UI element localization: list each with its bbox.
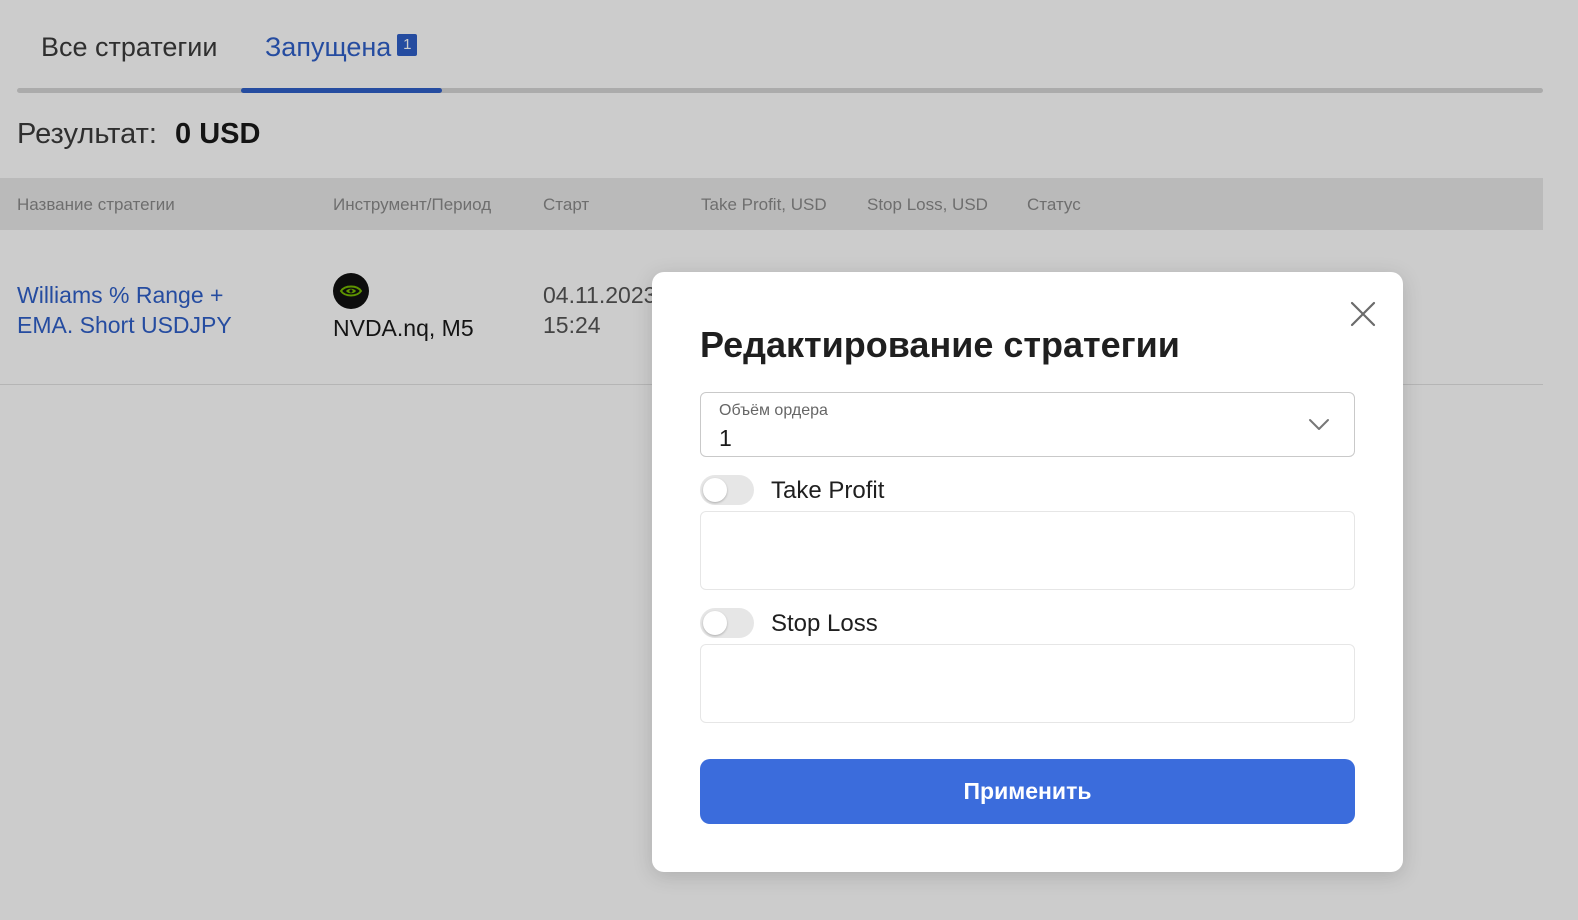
stop-loss-label: Stop Loss — [771, 610, 878, 637]
close-icon[interactable] — [1349, 300, 1377, 328]
order-volume-label: Объём ордера — [719, 402, 828, 419]
stop-loss-toggle-row: Stop Loss — [700, 608, 1100, 638]
stop-loss-toggle[interactable] — [700, 608, 754, 638]
edit-strategy-modal: Редактирование стратегии Объём ордера 1 … — [652, 272, 1403, 872]
take-profit-toggle[interactable] — [700, 475, 754, 505]
toggle-knob — [703, 611, 727, 635]
take-profit-toggle-row: Take Profit — [700, 475, 1100, 505]
toggle-knob — [703, 478, 727, 502]
apply-button[interactable]: Применить — [700, 759, 1355, 824]
modal-title: Редактирование стратегии — [700, 324, 1180, 365]
order-volume-select[interactable]: Объём ордера 1 — [700, 392, 1355, 457]
order-volume-value: 1 — [719, 425, 732, 451]
take-profit-input[interactable] — [700, 511, 1355, 590]
take-profit-label: Take Profit — [771, 477, 885, 504]
strategies-page: Все стратегии Запущена 1 Результат: 0 USD… — [0, 0, 1578, 920]
stop-loss-input[interactable] — [700, 644, 1355, 723]
chevron-down-icon — [1309, 419, 1329, 430]
